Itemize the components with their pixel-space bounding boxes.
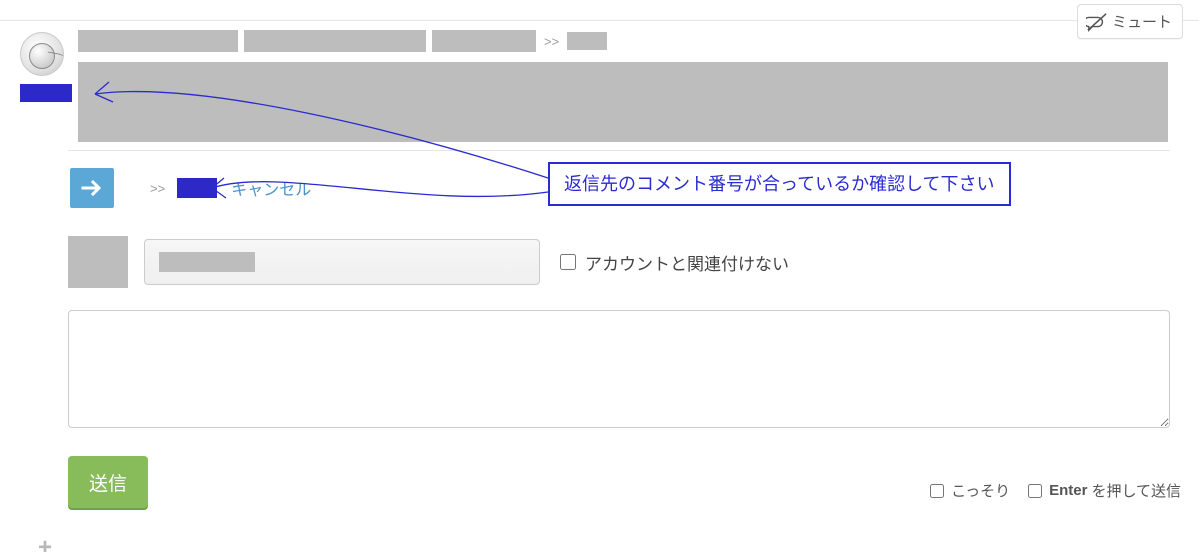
account-row: アカウントと関連付けない [68,236,789,288]
reply-target-row: >> キャンセル [70,168,311,208]
comment-header: >> [78,30,607,52]
quoted-comment-body [78,62,1168,142]
reply-marker: >> [150,181,165,196]
redacted-text [78,30,238,52]
annotation-callout: 返信先のコメント番号が合っているか確認して下さい [548,162,1011,206]
secret-option[interactable]: こっそり [926,480,1010,501]
mute-button[interactable]: ミュート [1077,4,1183,39]
enter-to-send-checkbox[interactable] [1028,484,1042,498]
secret-label: こっそり [951,480,1010,501]
enter-to-send-option[interactable]: Enterを押して送信 [1024,480,1181,501]
redacted-name-value [159,252,255,272]
cancel-link[interactable]: キャンセル [231,176,311,200]
reply-arrow-button[interactable] [70,168,114,208]
avatar[interactable] [20,32,64,76]
no-link-account-option[interactable]: アカウントと関連付けない [556,250,789,275]
annotation-text: 返信先のコメント番号が合っているか確認して下さい [564,174,995,194]
user-tag-redacted [20,84,72,102]
no-link-account-label: アカウントと関連付けない [585,250,789,275]
avatar-block [20,32,65,102]
submit-options: こっそり Enterを押して送信 [926,480,1181,501]
submit-button[interactable]: 送信 [68,456,148,508]
no-link-account-checkbox[interactable] [560,254,576,270]
secret-checkbox[interactable] [930,484,944,498]
mute-label: ミュート [1112,11,1172,32]
divider [68,150,1170,151]
enter-to-send-label: を押して送信 [1091,480,1181,501]
comment-textarea[interactable] [68,310,1170,428]
arrow-right-icon [81,179,103,197]
redacted-text [432,30,536,52]
avatar-placeholder [68,236,128,288]
reply-marker: >> [542,34,561,49]
name-input[interactable] [144,239,540,285]
mute-icon [1086,12,1108,32]
top-divider [0,20,1199,21]
reply-target-number-redacted [177,178,217,198]
enter-key-label: Enter [1049,482,1087,499]
redacted-text [244,30,426,52]
plus-icon[interactable]: + [38,536,52,552]
redacted-comment-number [567,32,607,50]
